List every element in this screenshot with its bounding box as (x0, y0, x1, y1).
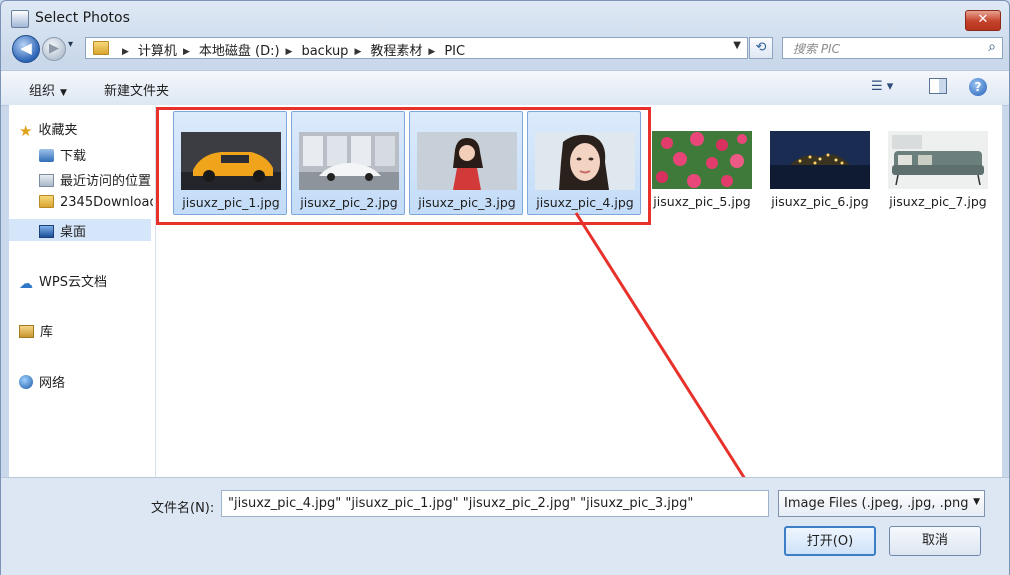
filename-label: 文件名(N): (151, 501, 215, 516)
open-button[interactable]: 打开(O) (784, 526, 876, 556)
forward-arrow-icon[interactable]: ▶ (42, 37, 66, 61)
sidebar-item-label: 库 (40, 325, 54, 340)
folder-icon (93, 41, 109, 55)
sidebar-item-label: 收藏夹 (38, 123, 78, 138)
sidebar-item-recent-places[interactable]: 最近访问的位置 (39, 170, 153, 189)
sidebar-item-label: WPS云文档 (39, 275, 107, 290)
filename-panel: 文件名(N): "jisuxz_pic_4.jpg" "jisuxz_pic_1… (1, 477, 1009, 575)
recent-places-icon (39, 174, 54, 187)
navigation-bar: ◀ ▶ ▾ ▶ 计算机 ▶ 本地磁盘 (D:) ▶ backup ▶ 教程素材 ▶ PIC ▼ ⟲… (1, 35, 1009, 63)
sidebar-item-label: 网络 (39, 376, 66, 391)
photo-thumbnail (770, 131, 870, 189)
window-title: Select Photos (35, 10, 130, 26)
file-type-value: Image Files (.jpeg, .jpg, .png (784, 496, 969, 511)
file-item[interactable]: jisuxz_pic_6.jpg (763, 111, 877, 215)
close-button[interactable]: ✕ (965, 10, 1001, 31)
navigation-pane: ★ 收藏夹 下载 最近访问的位置 2345Downloads 桌面 ☁ WPS云文档… (9, 105, 156, 477)
chevron-down-icon: ▼ (973, 497, 980, 507)
sidebar-item-label: 桌面 (60, 225, 87, 240)
sidebar-item-2345downloads[interactable]: 2345Downloads (39, 195, 153, 210)
star-icon: ★ (19, 122, 33, 140)
file-item[interactable]: jisuxz_pic_5.jpg (645, 111, 759, 215)
preview-pane-icon[interactable] (929, 78, 947, 94)
new-folder-button[interactable]: 新建文件夹 (104, 80, 169, 99)
file-type-select[interactable]: Image Files (.jpeg, .jpg, .png ▼ (778, 490, 985, 517)
file-item[interactable]: jisuxz_pic_7.jpg (881, 111, 995, 215)
photo-thumbnail (652, 131, 752, 189)
search-placeholder: 搜索 PIC (793, 42, 840, 56)
organize-label: 组织 (29, 84, 56, 99)
breadcrumb-item-computer[interactable]: 计算机 (138, 44, 177, 59)
file-dialog-window: Select Photos ✕ ◀ ▶ ▾ ▶ 计算机 ▶ 本地磁盘 (D:) ▶ bac… (0, 0, 1010, 575)
breadcrumb-separator-icon[interactable]: ▶ (122, 47, 129, 57)
download-folder-icon (39, 149, 54, 162)
back-arrow-icon[interactable]: ◀ (12, 35, 40, 63)
search-input[interactable]: 搜索 PIC ⌕ (782, 37, 1003, 59)
sidebar-item-downloads[interactable]: 下载 (39, 145, 153, 164)
sidebar-item-label: 下载 (60, 149, 87, 164)
file-name: jisuxz_pic_5.jpg (653, 194, 751, 209)
address-bar[interactable]: ▶ 计算机 ▶ 本地磁盘 (D:) ▶ backup ▶ 教程素材 ▶ PIC ▼ (85, 37, 748, 59)
library-icon (19, 325, 34, 338)
help-icon[interactable]: ? (969, 78, 987, 96)
file-name: jisuxz_pic_6.jpg (771, 194, 869, 209)
breadcrumb-separator-icon[interactable]: ▶ (428, 47, 435, 57)
selection-annotation-box (156, 107, 651, 225)
breadcrumb-item-pic[interactable]: PIC (444, 44, 465, 59)
filename-field[interactable]: "jisuxz_pic_4.jpg" "jisuxz_pic_1.jpg" "j… (221, 490, 769, 517)
breadcrumb-separator-icon[interactable]: ▶ (286, 47, 293, 57)
sidebar-item-desktop[interactable]: 桌面 (9, 219, 151, 241)
title-bar: Select Photos ✕ (1, 1, 1009, 35)
breadcrumb: ▶ 计算机 ▶ 本地磁盘 (D:) ▶ backup ▶ 教程素材 ▶ PIC (116, 40, 465, 59)
sidebar-item-library[interactable]: 库 (19, 321, 153, 340)
breadcrumb-item-local-disk-d[interactable]: 本地磁盘 (D:) (199, 44, 280, 59)
breadcrumb-separator-icon[interactable]: ▶ (354, 47, 361, 57)
organize-button[interactable]: 组织 ▼ (29, 80, 67, 99)
network-icon (19, 375, 33, 389)
cancel-button[interactable]: 取消 (889, 526, 981, 556)
folder-icon (39, 195, 54, 208)
breadcrumb-item-backup[interactable]: backup (301, 44, 348, 59)
command-toolbar: 组织 ▼ 新建文件夹 ☰ ▾ ? (1, 70, 1009, 106)
photo-thumbnail (888, 131, 988, 189)
sidebar-item-label: 最近访问的位置 (60, 174, 152, 189)
sidebar-item-wps-cloud[interactable]: ☁ WPS云文档 (19, 271, 153, 292)
sidebar-item-favorites[interactable]: ★ 收藏夹 (19, 119, 153, 140)
address-dropdown-icon[interactable]: ▼ (733, 40, 741, 51)
view-options-icon[interactable]: ☰ ▾ (871, 79, 893, 94)
file-name: jisuxz_pic_7.jpg (889, 194, 987, 209)
sidebar-item-network[interactable]: 网络 (19, 372, 153, 391)
cloud-icon: ☁ (19, 276, 33, 292)
sidebar-item-label: 2345Downloads (60, 195, 153, 210)
breadcrumb-separator-icon[interactable]: ▶ (183, 47, 190, 57)
chevron-down-icon: ▼ (60, 88, 67, 98)
breadcrumb-item-tutorial-materials[interactable]: 教程素材 (370, 44, 422, 59)
search-icon[interactable]: ⌕ (988, 39, 996, 55)
desktop-icon (39, 225, 54, 238)
photos-app-icon (11, 10, 29, 28)
refresh-icon[interactable]: ⟲ (749, 37, 773, 59)
recent-locations-chevron-icon[interactable]: ▾ (68, 39, 73, 50)
